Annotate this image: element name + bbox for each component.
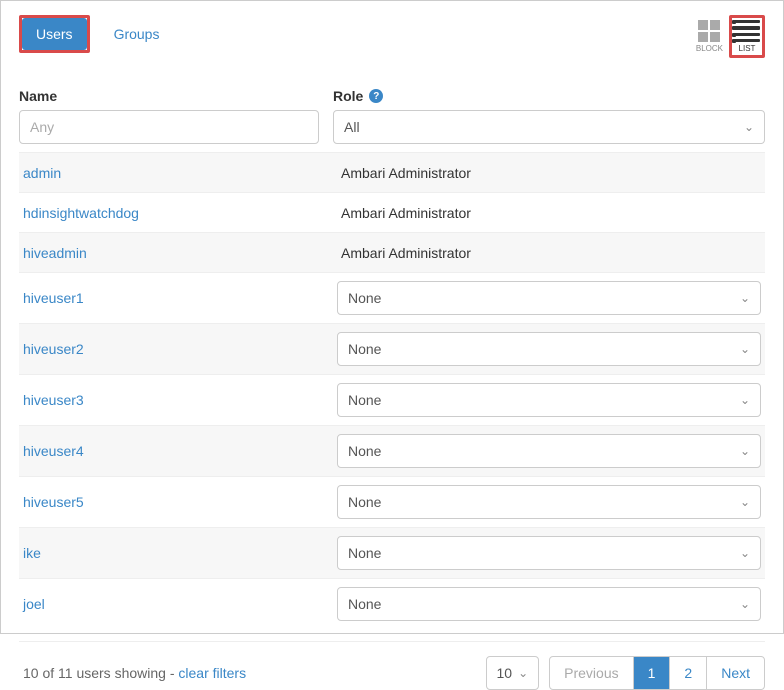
tab-groups[interactable]: Groups [100,18,174,50]
chevron-down-icon: ⌄ [744,120,754,134]
page-number-button[interactable]: 2 [670,657,707,689]
user-link[interactable]: hiveuser4 [23,443,84,459]
page-size-value: 10 [497,665,513,681]
view-block-button[interactable]: BLOCK [694,18,725,55]
footer: 10 of 11 users showing - clear filters 1… [19,641,765,690]
role-header-text: Role [333,88,363,104]
clear-filters-link[interactable]: clear filters [178,665,246,681]
chevron-down-icon: ⌄ [740,597,750,611]
table-row: hiveuser3 None ⌄ [19,374,765,425]
help-icon[interactable]: ? [369,89,383,103]
chevron-down-icon: ⌄ [518,666,528,680]
table-row: hiveuser5 None ⌄ [19,476,765,527]
role-select[interactable]: None ⌄ [337,434,761,468]
role-select[interactable]: None ⌄ [337,281,761,315]
user-link[interactable]: joel [23,596,45,612]
chevron-down-icon: ⌄ [740,495,750,509]
user-link[interactable]: hdinsightwatchdog [23,205,139,221]
showing-text: 10 of 11 users showing - clear filters [19,665,246,681]
column-headers: Name Role ? All ⌄ [19,88,765,144]
table-row: ike None ⌄ [19,527,765,578]
role-select[interactable]: None ⌄ [337,587,761,621]
table-row: hiveadmin Ambari Administrator [19,232,765,272]
chevron-down-icon: ⌄ [740,342,750,356]
role-select[interactable]: None ⌄ [337,485,761,519]
role-select-value: None [348,596,381,612]
user-link[interactable]: hiveuser1 [23,290,84,306]
name-header: Name [19,88,319,104]
role-select-value: None [348,290,381,306]
role-header: Role ? [333,88,765,104]
role-text: Ambari Administrator [337,165,761,181]
table-row: admin Ambari Administrator [19,152,765,192]
role-filter-value: All [344,119,360,135]
user-link[interactable]: hiveuser3 [23,392,84,408]
chevron-down-icon: ⌄ [740,444,750,458]
table-row: hiveuser1 None ⌄ [19,272,765,323]
view-block-label: BLOCK [696,44,723,53]
showing-count: 10 of 11 users showing - [23,665,178,681]
pagination: 10 ⌄ Previous12Next [486,656,766,690]
table-row: joel None ⌄ [19,578,765,629]
highlight-users-tab: Users [19,15,90,53]
chevron-down-icon: ⌄ [740,546,750,560]
role-select-value: None [348,443,381,459]
block-icon [698,20,720,42]
view-toggle: BLOCK LIST [694,15,765,58]
table-row: hiveuser2 None ⌄ [19,323,765,374]
entity-tabs: Users Groups [19,15,173,53]
page-prev-button[interactable]: Previous [550,657,633,689]
view-list-label: LIST [739,44,756,53]
view-list-button[interactable]: LIST [732,18,762,55]
highlight-list-view: LIST [729,15,765,58]
name-filter-input[interactable] [19,110,319,144]
role-select-value: None [348,392,381,408]
role-select-value: None [348,545,381,561]
user-link[interactable]: admin [23,165,61,181]
role-text: Ambari Administrator [337,205,761,221]
user-link[interactable]: hiveuser5 [23,494,84,510]
chevron-down-icon: ⌄ [740,393,750,407]
page-nav: Previous12Next [549,656,765,690]
role-select[interactable]: None ⌄ [337,332,761,366]
user-link[interactable]: ike [23,545,41,561]
role-select-value: None [348,494,381,510]
role-text: Ambari Administrator [337,245,761,261]
role-select[interactable]: None ⌄ [337,536,761,570]
list-icon [734,20,760,42]
page-size-select[interactable]: 10 ⌄ [486,656,540,690]
chevron-down-icon: ⌄ [740,291,750,305]
role-select-value: None [348,341,381,357]
user-rows: adminAmbari Administratorhdinsightwatchd… [19,152,765,629]
tab-users[interactable]: Users [22,18,87,50]
user-link[interactable]: hiveuser2 [23,341,84,357]
table-row: hiveuser4 None ⌄ [19,425,765,476]
table-row: hdinsightwatchdog Ambari Administrator [19,192,765,232]
page-next-button[interactable]: Next [707,657,764,689]
role-select[interactable]: None ⌄ [337,383,761,417]
page-number-button[interactable]: 1 [634,657,671,689]
user-link[interactable]: hiveadmin [23,245,87,261]
role-filter-select[interactable]: All ⌄ [333,110,765,144]
